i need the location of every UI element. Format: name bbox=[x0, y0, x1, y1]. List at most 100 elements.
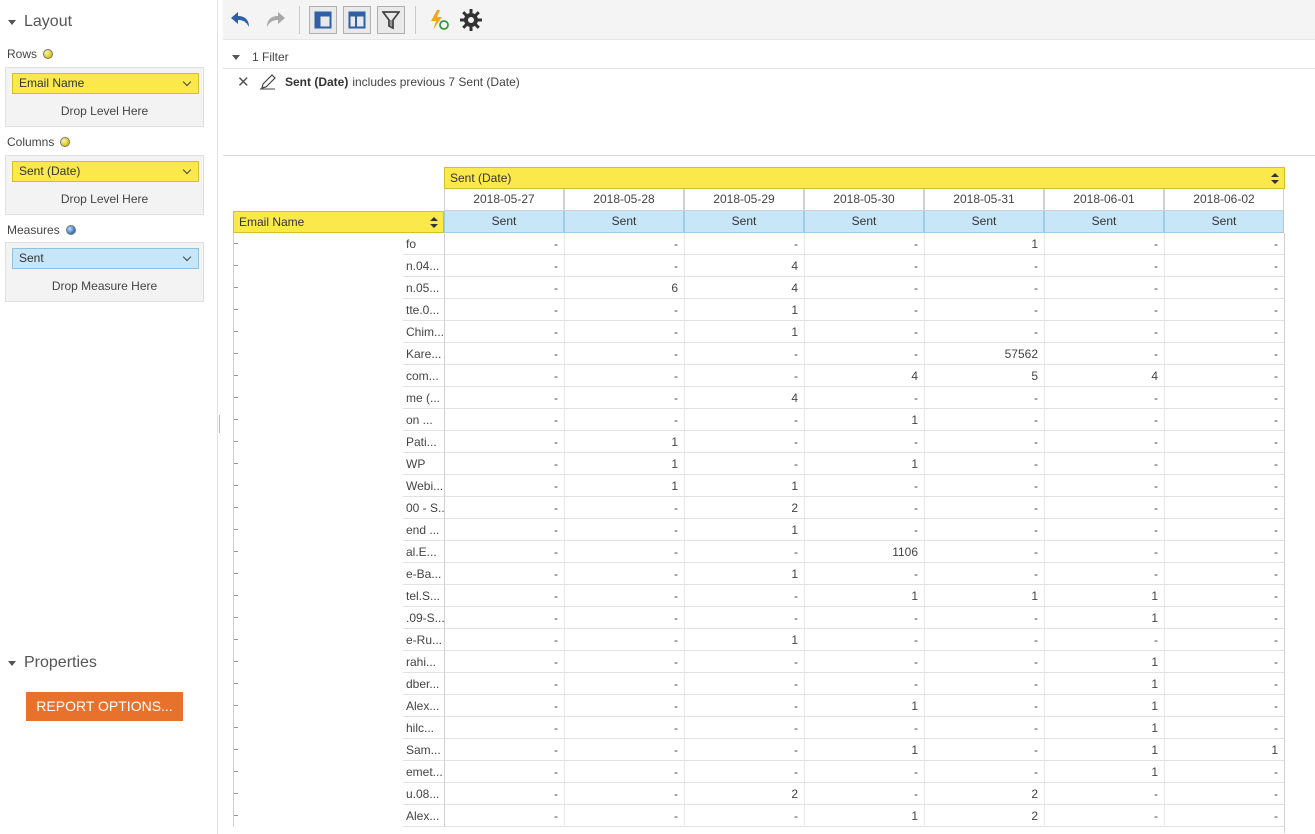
table-cell[interactable]: 5 bbox=[924, 365, 1044, 387]
table-cell[interactable]: 1 bbox=[924, 585, 1044, 607]
table-cell[interactable]: - bbox=[924, 651, 1044, 673]
date-column-header[interactable]: 2018-05-30 bbox=[804, 189, 924, 211]
date-column-header[interactable]: 2018-05-27 bbox=[444, 189, 564, 211]
row-header-label[interactable]: n.04... bbox=[403, 255, 444, 277]
measures-drop-zone[interactable]: Sent Drop Measure Here bbox=[5, 242, 204, 302]
table-cell[interactable]: - bbox=[1044, 233, 1164, 255]
row-header-label[interactable]: rahi... bbox=[403, 651, 444, 673]
table-cell[interactable]: - bbox=[804, 761, 924, 783]
table-cell[interactable]: - bbox=[804, 255, 924, 277]
table-cell[interactable]: - bbox=[1044, 805, 1164, 827]
table-cell[interactable]: 57562 bbox=[924, 343, 1044, 365]
table-cell[interactable]: 1106 bbox=[804, 541, 924, 563]
table-cell[interactable]: - bbox=[444, 453, 564, 475]
sort-arrows-icon[interactable] bbox=[430, 217, 438, 229]
table-cell[interactable]: - bbox=[804, 607, 924, 629]
table-cell[interactable]: - bbox=[924, 409, 1044, 431]
row-header-label[interactable]: Kare... bbox=[403, 343, 444, 365]
row-header-label[interactable]: Pati... bbox=[403, 431, 444, 453]
table-cell[interactable]: - bbox=[444, 321, 564, 343]
table-cell[interactable]: - bbox=[1044, 321, 1164, 343]
table-cell[interactable]: - bbox=[804, 717, 924, 739]
table-cell[interactable]: - bbox=[564, 673, 684, 695]
table-cell[interactable]: - bbox=[684, 717, 804, 739]
date-column-header[interactable]: 2018-05-31 bbox=[924, 189, 1044, 211]
table-cell[interactable]: - bbox=[1164, 585, 1284, 607]
table-cell[interactable]: 6 bbox=[564, 277, 684, 299]
measures-level-select[interactable]: Sent bbox=[12, 248, 199, 269]
table-cell[interactable]: - bbox=[1164, 761, 1284, 783]
table-cell[interactable]: - bbox=[444, 343, 564, 365]
row-header-label[interactable]: tel.S... bbox=[403, 585, 444, 607]
table-cell[interactable]: - bbox=[1164, 343, 1284, 365]
table-cell[interactable]: - bbox=[924, 563, 1044, 585]
table-cell[interactable]: - bbox=[444, 233, 564, 255]
table-cell[interactable]: 1 bbox=[1044, 695, 1164, 717]
table-cell[interactable]: - bbox=[1164, 651, 1284, 673]
table-cell[interactable]: 1 bbox=[684, 299, 804, 321]
row-header-label[interactable]: Sam... bbox=[403, 739, 444, 761]
table-cell[interactable]: - bbox=[1044, 453, 1164, 475]
table-cell[interactable]: 1 bbox=[804, 409, 924, 431]
table-cell[interactable]: - bbox=[804, 299, 924, 321]
table-cell[interactable]: - bbox=[1044, 563, 1164, 585]
table-cell[interactable]: - bbox=[564, 541, 684, 563]
table-cell[interactable]: - bbox=[804, 321, 924, 343]
rows-level-select[interactable]: Email Name bbox=[12, 73, 199, 94]
table-cell[interactable]: - bbox=[924, 739, 1044, 761]
table-cell[interactable]: - bbox=[444, 541, 564, 563]
table-cell[interactable]: - bbox=[1044, 409, 1164, 431]
table-cell[interactable]: - bbox=[444, 431, 564, 453]
table-cell[interactable]: - bbox=[564, 321, 684, 343]
table-cell[interactable]: - bbox=[804, 497, 924, 519]
table-cell[interactable]: 2 bbox=[924, 783, 1044, 805]
filter-toggle[interactable]: 1 Filter bbox=[232, 50, 289, 64]
row-header-label[interactable]: on ... bbox=[403, 409, 444, 431]
row-header-label[interactable]: Alex... bbox=[403, 695, 444, 717]
table-cell[interactable]: - bbox=[564, 761, 684, 783]
table-cell[interactable]: 1 bbox=[804, 695, 924, 717]
date-column-header[interactable]: 2018-06-01 bbox=[1044, 189, 1164, 211]
row-header-label[interactable]: hilc... bbox=[403, 717, 444, 739]
table-cell[interactable]: - bbox=[684, 739, 804, 761]
table-cell[interactable]: - bbox=[444, 607, 564, 629]
table-cell[interactable]: - bbox=[564, 409, 684, 431]
table-cell[interactable]: - bbox=[924, 255, 1044, 277]
measure-column-header[interactable]: Sent bbox=[684, 211, 804, 233]
measure-column-header[interactable]: Sent bbox=[444, 211, 564, 233]
table-cell[interactable]: - bbox=[1164, 607, 1284, 629]
table-cell[interactable]: - bbox=[444, 761, 564, 783]
table-cell[interactable]: - bbox=[684, 365, 804, 387]
table-cell[interactable]: - bbox=[684, 541, 804, 563]
table-cell[interactable]: - bbox=[804, 475, 924, 497]
table-cell[interactable]: - bbox=[684, 805, 804, 827]
table-cell[interactable]: 1 bbox=[684, 519, 804, 541]
table-cell[interactable]: - bbox=[564, 783, 684, 805]
table-cell[interactable]: 1 bbox=[564, 431, 684, 453]
row-header-label[interactable]: dber... bbox=[403, 673, 444, 695]
table-cell[interactable]: - bbox=[684, 651, 804, 673]
table-cell[interactable]: - bbox=[444, 475, 564, 497]
table-cell[interactable]: 1 bbox=[1044, 651, 1164, 673]
measure-column-header[interactable]: Sent bbox=[564, 211, 684, 233]
table-cell[interactable]: 1 bbox=[804, 453, 924, 475]
undo-icon[interactable] bbox=[227, 6, 255, 34]
table-cell[interactable]: - bbox=[564, 365, 684, 387]
table-cell[interactable]: - bbox=[924, 717, 1044, 739]
table-cell[interactable]: - bbox=[924, 695, 1044, 717]
close-icon[interactable]: ✕ bbox=[237, 73, 259, 91]
table-cell[interactable]: 2 bbox=[684, 497, 804, 519]
row-header-label[interactable]: Webi... bbox=[403, 475, 444, 497]
table-cell[interactable]: - bbox=[1164, 233, 1284, 255]
table-cell[interactable]: 1 bbox=[684, 563, 804, 585]
row-header-label[interactable]: emet... bbox=[403, 761, 444, 783]
table-cell[interactable]: - bbox=[444, 629, 564, 651]
table-cell[interactable]: 1 bbox=[804, 585, 924, 607]
row-header-label[interactable]: u.08... bbox=[403, 783, 444, 805]
table-cell[interactable]: - bbox=[924, 673, 1044, 695]
row-header-label[interactable]: e-Ru... bbox=[403, 629, 444, 651]
table-cell[interactable]: - bbox=[444, 409, 564, 431]
table-cell[interactable]: - bbox=[684, 761, 804, 783]
rows-drop-zone[interactable]: Email Name Drop Level Here bbox=[5, 67, 204, 127]
table-cell[interactable]: 4 bbox=[684, 255, 804, 277]
